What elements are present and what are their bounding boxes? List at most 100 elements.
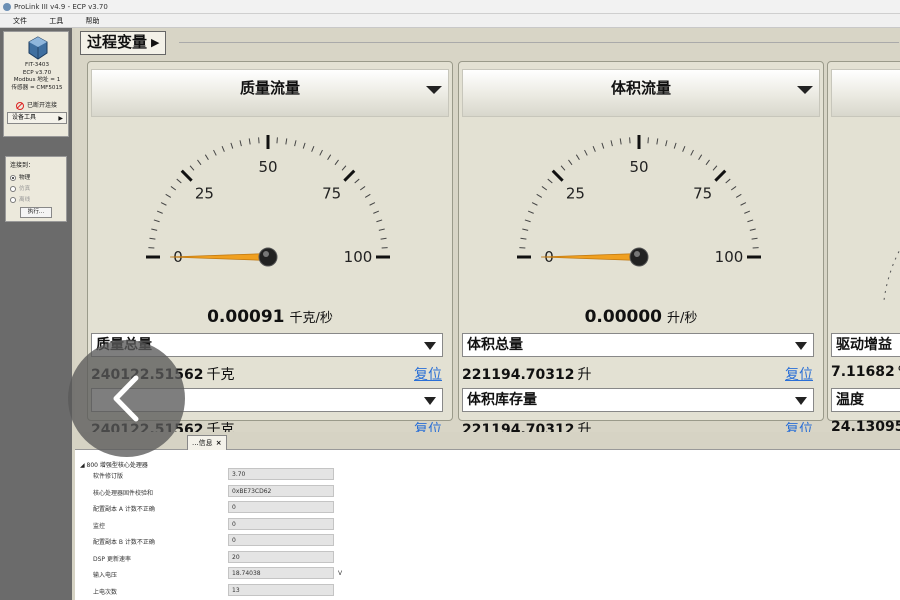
property-row: 输入电压 18.74038 V xyxy=(93,567,423,580)
radio-offline[interactable]: 离线 xyxy=(10,195,30,203)
disconnect-status[interactable]: 已断开连接 xyxy=(16,100,57,110)
drive-gain-header[interactable] xyxy=(831,69,900,117)
property-value-field[interactable]: 18.74038 xyxy=(228,567,334,579)
gauge-minor-tick xyxy=(197,159,202,166)
property-value-field[interactable]: 3.70 xyxy=(228,468,334,480)
gauge-minor-tick xyxy=(354,178,360,184)
gauge-tick-label: 75 xyxy=(322,184,341,202)
gauge-minor-tick xyxy=(730,186,737,191)
gauge-minor-tick xyxy=(341,165,347,171)
mass-flow-value: 0.00091 xyxy=(207,307,285,327)
device-tools-button[interactable]: 设备工具 ▶ xyxy=(7,112,67,124)
gauge-minor-tick xyxy=(319,149,323,156)
mass-flow-title: 质量流量 xyxy=(239,79,300,97)
gauge-minor-tick xyxy=(359,186,366,191)
dropdown-arrow-icon xyxy=(424,342,436,350)
gauge-minor-tick xyxy=(584,149,588,156)
gauge-minor-tick xyxy=(740,202,747,206)
gauge-minor-tick xyxy=(601,142,605,149)
radio-offline-label: 离线 xyxy=(19,197,31,203)
gauge-minor-tick xyxy=(285,138,288,145)
volume-flow-title: 体积流量 xyxy=(610,79,671,97)
volume-flow-header[interactable]: 体积流量 xyxy=(462,69,820,117)
execute-button[interactable]: 执行... xyxy=(20,207,52,218)
gauge-minor-tick xyxy=(364,193,371,198)
mass-flow-header[interactable]: 质量流量 xyxy=(91,69,449,117)
gauge-tick-label: 50 xyxy=(258,158,277,176)
gauge-minor-tick xyxy=(213,149,217,156)
gauge-minor-tick xyxy=(749,228,756,231)
gauge-minor-tick xyxy=(239,140,242,147)
property-label: 配置副本 A 计数不正确 xyxy=(93,506,155,513)
property-value-field[interactable]: 0xBE73CD62 xyxy=(228,484,334,497)
third-panel-gauge xyxy=(883,248,900,302)
temperature-select[interactable]: 温度 xyxy=(831,388,900,412)
device-logo-icon xyxy=(28,36,48,60)
mass-flow-gauge: 0255075100 xyxy=(146,135,390,267)
dropdown-arrow-icon xyxy=(426,86,442,94)
drive-gain-value: 7.11682 xyxy=(831,364,895,380)
property-value-field[interactable]: 0 xyxy=(228,534,334,546)
property-row: 上电次数 13 xyxy=(93,583,423,597)
disconnected-icon xyxy=(16,101,24,110)
menu-tools[interactable]: 工具 xyxy=(42,14,70,28)
dropdown-arrow-icon xyxy=(795,397,807,405)
property-value-field[interactable]: 0 xyxy=(228,501,334,513)
mass-total-reset-link[interactable]: 复位 xyxy=(414,364,442,384)
volume-inventory-label: 体积库存量 xyxy=(467,392,537,408)
mass-total-unit: 千克 xyxy=(206,367,235,383)
section-divider xyxy=(179,42,899,43)
device-model: FIT-3403 xyxy=(24,62,50,68)
tab-device-info[interactable]: ...信息 × xyxy=(187,435,227,450)
gauge-minor-tick xyxy=(592,145,596,152)
gauge-minor-tick xyxy=(165,193,172,198)
menu-file[interactable]: 文件 xyxy=(6,14,34,28)
gauge-hub xyxy=(258,247,278,267)
gauge-needle xyxy=(540,253,640,261)
radio-simulation[interactable]: 仿真 xyxy=(10,184,30,192)
gauge-minor-tick xyxy=(327,154,332,161)
gauge-minor-tick xyxy=(560,165,566,171)
gauge-major-tick xyxy=(180,169,193,182)
radio-icon xyxy=(10,185,16,192)
back-button[interactable] xyxy=(68,340,185,457)
property-value-field[interactable]: 0 xyxy=(228,517,334,530)
mass-flow-unit: 千克/秒 xyxy=(289,311,333,326)
volume-total-label: 体积总量 xyxy=(467,337,523,353)
radio-physical[interactable]: 物理 xyxy=(10,173,30,181)
device-modbus-address: Modbus 地址 = 1 xyxy=(13,77,61,83)
property-label: 监控 xyxy=(93,522,106,530)
property-value-field[interactable]: 13 xyxy=(228,583,334,596)
device-card: FIT-3403 ECP v3.70 Modbus 地址 = 1 传感器 = C… xyxy=(3,31,69,137)
property-value-field[interactable]: 20 xyxy=(228,550,334,563)
gauge-hub xyxy=(629,247,649,267)
gauge-minor-tick xyxy=(524,219,531,223)
menu-bar: 文件 工具 帮助 xyxy=(0,14,900,28)
drive-gain-select[interactable]: 驱动增益 xyxy=(831,333,900,357)
volume-total-reset-link[interactable]: 复位 xyxy=(785,364,813,384)
gauge-minor-tick xyxy=(735,193,742,198)
gauge-minor-tick xyxy=(170,186,177,191)
volume-total-select[interactable]: 体积总量 xyxy=(462,333,814,357)
gauge-minor-tick xyxy=(527,210,534,214)
volume-flow-value: 0.00000 xyxy=(584,307,663,327)
gauge-tick-label: 75 xyxy=(693,184,712,202)
gauge-minor-tick xyxy=(751,237,758,240)
section-title-button[interactable]: 过程变量 ▶ xyxy=(80,31,167,55)
volume-flow-readout: 0.00000 升/秒 xyxy=(459,307,823,327)
device-sensor: 传感器 = CMF5015 xyxy=(11,84,63,91)
radio-simulation-label: 仿真 xyxy=(19,186,31,192)
gauge-minor-tick xyxy=(690,149,694,156)
mass-flow-readout: 0.00091 千克/秒 xyxy=(88,307,452,327)
volume-inventory-select[interactable]: 体积库存量 xyxy=(462,388,814,412)
gauge-minor-tick xyxy=(698,154,703,161)
drive-gain-label: 驱动增益 xyxy=(836,337,892,353)
dropdown-arrow-icon xyxy=(795,342,807,350)
close-icon[interactable]: × xyxy=(216,439,222,447)
window-title: ProLink III v4.9 - ECP v3.70 xyxy=(14,3,108,11)
gauge-minor-tick xyxy=(294,140,297,147)
menu-help[interactable]: 帮助 xyxy=(78,14,106,28)
gauge-minor-tick xyxy=(522,228,529,231)
gauge-minor-tick xyxy=(682,145,686,152)
bottom-tab-bar: ...信息 × xyxy=(75,432,900,450)
